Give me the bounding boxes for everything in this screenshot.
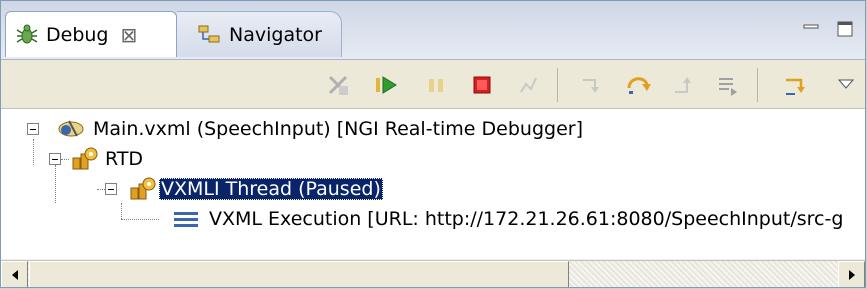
- tab-debug-label: Debug: [46, 23, 109, 46]
- debug-target-icon: [72, 147, 98, 170]
- toolbar-separator: [757, 68, 758, 102]
- use-step-filters-icon[interactable]: [781, 70, 811, 100]
- view-menu-icon[interactable]: [831, 70, 861, 100]
- scrollbar-thumb[interactable]: [29, 261, 569, 287]
- scroll-left-icon[interactable]: [1, 261, 28, 287]
- tree-item-thread[interactable]: VXMLI Thread (Paused): [129, 174, 383, 204]
- collapse-toggle[interactable]: [27, 123, 39, 135]
- tree-item-label: VXMLI Thread (Paused): [159, 178, 383, 200]
- debug-toolbar: [1, 60, 865, 109]
- tab-navigator-label: Navigator: [229, 23, 322, 46]
- suspend-icon[interactable]: [421, 70, 451, 100]
- tab-strip: Debug ⊠ Navigator: [1, 1, 865, 60]
- maximize-icon[interactable]: [835, 19, 855, 44]
- disconnect-icon[interactable]: [513, 70, 543, 100]
- debug-bug-icon: [16, 24, 38, 43]
- tab-navigator[interactable]: Navigator: [177, 11, 342, 57]
- debug-tree: Main.vxml (SpeechInput) [NGI Real-time D…: [1, 109, 865, 259]
- tree-item-frame[interactable]: VXML Execution [URL: http://172.21.26.61…: [173, 204, 843, 234]
- debug-view: Debug ⊠ Navigator Main.vxml (SpeechInput…: [0, 0, 866, 288]
- tree-item-target[interactable]: RTD: [71, 144, 143, 174]
- minimize-icon[interactable]: [801, 19, 821, 44]
- close-icon[interactable]: ⊠: [120, 23, 137, 47]
- resume-icon[interactable]: [371, 70, 401, 100]
- collapse-toggle[interactable]: [105, 183, 117, 195]
- window-controls: [801, 19, 855, 44]
- tree-item-launch[interactable]: Main.vxml (SpeechInput) [NGI Real-time D…: [57, 114, 583, 144]
- scroll-right-icon[interactable]: [838, 261, 865, 287]
- tree-item-label: Main.vxml (SpeechInput) [NGI Real-time D…: [93, 118, 583, 140]
- tab-debug[interactable]: Debug ⊠: [5, 11, 177, 57]
- launch-icon: [58, 120, 84, 137]
- step-return-icon[interactable]: [669, 70, 699, 100]
- horizontal-scrollbar[interactable]: [1, 260, 865, 287]
- terminate-icon[interactable]: [467, 70, 497, 100]
- remove-terminated-icon[interactable]: [323, 70, 353, 100]
- collapse-toggle[interactable]: [49, 153, 61, 165]
- drop-to-frame-icon[interactable]: [713, 70, 743, 100]
- step-over-icon[interactable]: [623, 70, 653, 100]
- toolbar-separator: [557, 68, 558, 102]
- step-into-icon[interactable]: [577, 70, 607, 100]
- navigator-icon: [198, 25, 220, 42]
- tree-item-label: RTD: [105, 148, 144, 170]
- thread-icon: [130, 177, 156, 200]
- stack-frame-icon: [174, 212, 198, 227]
- tree-item-label: VXML Execution [URL: http://172.21.26.61…: [209, 208, 844, 230]
